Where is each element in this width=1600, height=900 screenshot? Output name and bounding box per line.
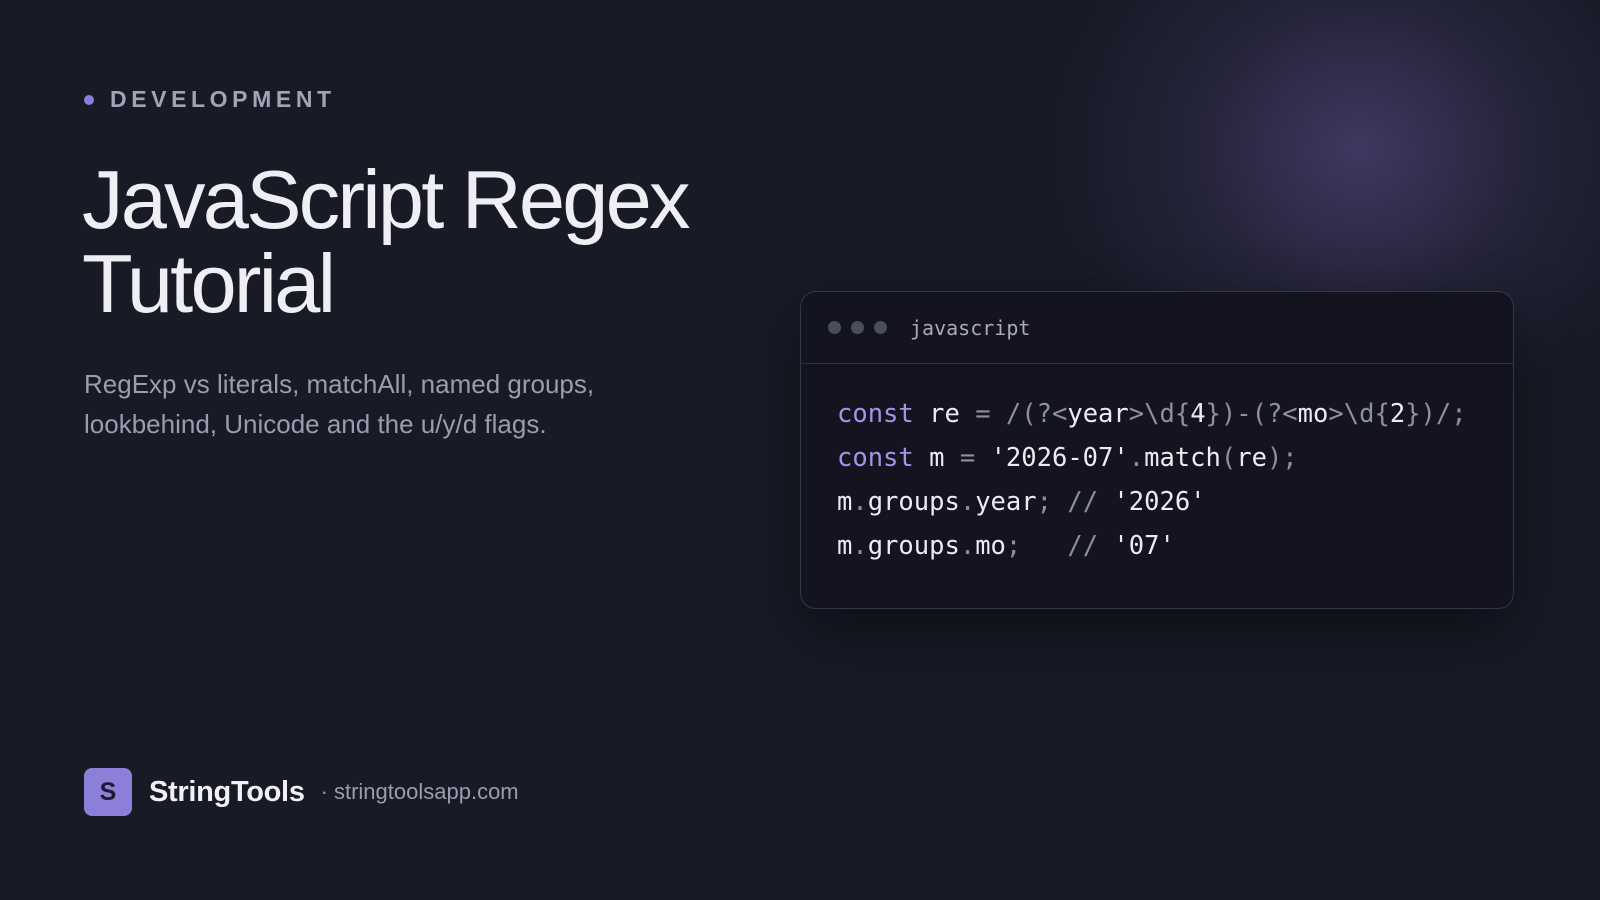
code-token: '07' (1113, 531, 1175, 561)
code-token: re (929, 399, 960, 429)
code-token: match (1144, 443, 1221, 473)
title-line-1: JavaScript Regex (82, 153, 690, 246)
code-body: const re = /(?<year>\d{4})-(?<mo>\d{2})/… (801, 364, 1513, 568)
code-token: . (1128, 443, 1145, 473)
brand-logo: S (84, 768, 132, 816)
code-token: re (1236, 443, 1267, 473)
code-token: ( (1220, 443, 1237, 473)
title-line-2: Tutorial (82, 237, 336, 330)
category-label: DEVELOPMENT (110, 86, 336, 112)
page-subtitle: RegExp vs literals, matchAll, named grou… (84, 364, 684, 444)
window-dot-icon (851, 321, 864, 334)
code-token: m (837, 487, 853, 517)
code-token: . (959, 487, 976, 517)
code-token: /(?< (1005, 399, 1068, 429)
code-token: year (1067, 399, 1129, 429)
category-dot-icon (84, 94, 94, 105)
code-line: m.groups.year; // '2026' (837, 480, 1513, 524)
code-token: 2 (1389, 399, 1406, 429)
code-token: groups (867, 487, 960, 517)
page-title: JavaScript Regex Tutorial (82, 158, 802, 326)
code-token: = (975, 399, 991, 429)
code-line: const re = /(?<year>\d{4})-(?<mo>\d{2})/… (837, 392, 1513, 436)
window-dot-icon (828, 321, 841, 334)
subtitle-line-1: RegExp vs literals, matchAll, named grou… (84, 369, 595, 399)
code-token: = (959, 443, 976, 473)
code-token: // (1067, 487, 1099, 517)
code-token: })-(?< (1205, 399, 1298, 429)
code-token: . (852, 487, 868, 517)
code-token: const (837, 443, 914, 473)
code-token: })/; (1405, 399, 1467, 429)
code-token: ); (1266, 443, 1298, 473)
code-token: . (852, 531, 868, 561)
code-card-header: javascript (801, 292, 1513, 364)
code-line: const m = '2026-07'.match(re); (837, 436, 1513, 480)
code-token: m (929, 443, 945, 473)
window-dot-icon (874, 321, 887, 334)
code-token: year (975, 487, 1037, 517)
brand-url: stringtoolsapp.com (333, 779, 519, 804)
category-tag: DEVELOPMENT (84, 86, 336, 113)
code-token: // (1067, 531, 1099, 561)
code-token: '2026' (1113, 487, 1206, 517)
brand-separator: · (320, 779, 328, 804)
code-token: >\d{ (1128, 399, 1191, 429)
code-token: ; (1005, 531, 1022, 561)
subtitle-line-2: lookbehind, Unicode and the u/y/d flags. (84, 409, 547, 439)
code-line: m.groups.mo; // '07' (837, 524, 1513, 568)
code-language-label: javascript (910, 315, 1031, 340)
brand-footer: S StringTools · stringtoolsapp.com (84, 768, 519, 816)
code-token: 4 (1190, 399, 1206, 429)
code-token: const (837, 399, 914, 429)
code-snippet-card: javascript const re = /(?<year>\d{4})-(?… (800, 291, 1514, 609)
code-token: '2026-07' (990, 443, 1129, 473)
code-token: ; (1036, 487, 1052, 517)
brand-name: StringTools (149, 775, 305, 808)
code-token: m (837, 531, 853, 561)
code-token: mo (975, 531, 1006, 561)
code-token: mo (1297, 399, 1329, 429)
code-token: . (959, 531, 976, 561)
code-token: groups (867, 531, 960, 561)
code-token: >\d{ (1328, 399, 1390, 429)
